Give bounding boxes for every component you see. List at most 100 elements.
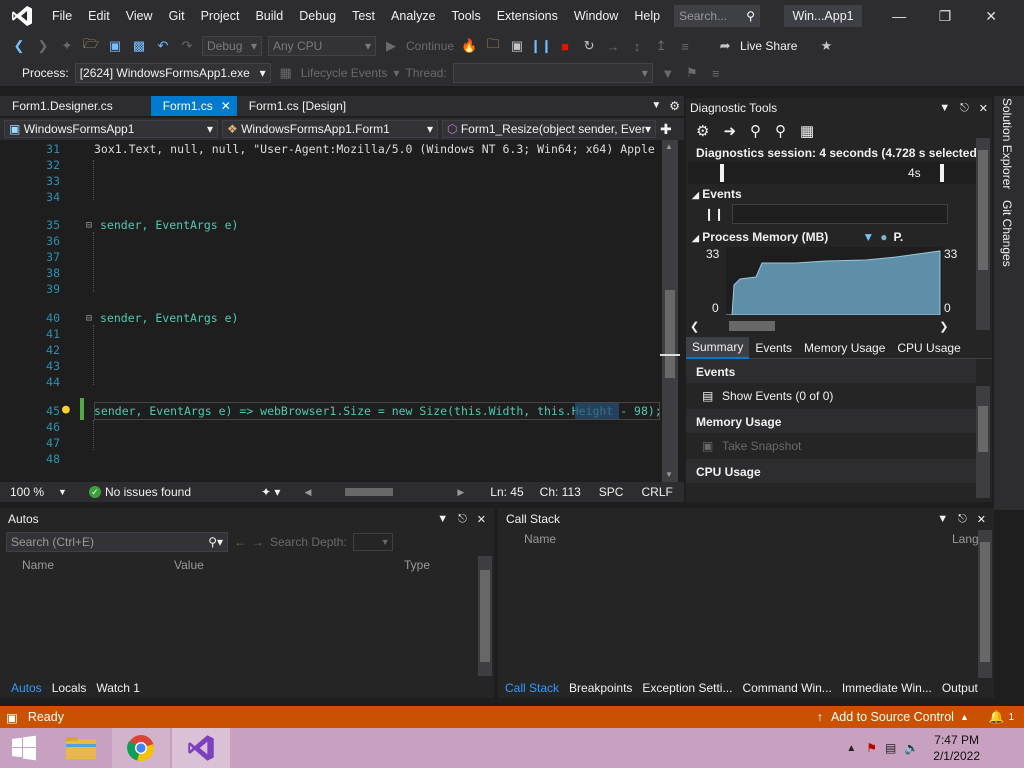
export-icon[interactable]: ➜: [723, 122, 736, 140]
close-icon[interactable]: ✕: [968, 8, 1014, 25]
configuration-select[interactable]: Debug ▾: [202, 36, 262, 56]
col-value[interactable]: Value: [174, 558, 204, 572]
network-icon[interactable]: ▤: [885, 741, 896, 755]
menu-debug[interactable]: Debug: [291, 0, 344, 32]
line-ending-indicator[interactable]: CRLF: [641, 485, 672, 499]
take-snapshot-button[interactable]: Take Snapshot: [722, 439, 801, 453]
scrollbar-thumb[interactable]: [729, 321, 776, 331]
tab-memory-usage[interactable]: Memory Usage: [798, 338, 891, 358]
menu-view[interactable]: View: [118, 0, 161, 32]
forward-icon[interactable]: ❯: [34, 37, 52, 55]
network-flag-icon[interactable]: ⚑: [866, 741, 877, 755]
menu-extensions[interactable]: Extensions: [489, 0, 566, 32]
pause-track-icon[interactable]: ❙❙: [704, 207, 724, 221]
git-changes-tab[interactable]: Git Changes: [1000, 200, 1014, 267]
cleanup-icon[interactable]: ✦ ▾: [261, 485, 280, 499]
minimize-icon[interactable]: —: [876, 8, 922, 25]
tab-form1-cs[interactable]: Form1.cs ✕: [150, 96, 237, 116]
menu-window[interactable]: Window: [566, 0, 626, 32]
lightbulb-icon[interactable]: ●: [62, 402, 70, 417]
collapse-icon[interactable]: ⊟: [86, 313, 92, 324]
back-icon[interactable]: ←: [234, 535, 246, 549]
solution-explorer-tab[interactable]: Solution Explorer: [1000, 98, 1014, 189]
tab-form1-designer[interactable]: Form1.Designer.cs: [0, 96, 119, 116]
source-control-dropdown-icon[interactable]: ▲: [960, 712, 969, 722]
maximize-icon[interactable]: ❐: [922, 8, 968, 25]
summary-scrollbar[interactable]: [976, 386, 990, 498]
col-type[interactable]: Type: [404, 558, 430, 572]
project-select[interactable]: ▣ WindowsFormsApp1 ▾: [4, 120, 218, 138]
editor-scrollbar[interactable]: ▲ ▼: [660, 140, 680, 482]
platform-select[interactable]: Any CPU ▾: [268, 36, 376, 56]
tab-autos[interactable]: Autos: [6, 681, 47, 695]
scroll-down-icon[interactable]: ▼: [665, 470, 673, 479]
save-all-icon[interactable]: ▩: [130, 37, 148, 55]
thread-options-icon[interactable]: ≡: [707, 64, 725, 82]
collapse-icon[interactable]: ⊟: [86, 220, 92, 231]
menu-test[interactable]: Test: [344, 0, 383, 32]
line-indicator[interactable]: Ln: 45: [490, 485, 523, 499]
tab-breakpoints[interactable]: Breakpoints: [564, 681, 637, 695]
hot-reload-icon[interactable]: 🔥: [460, 37, 478, 55]
thread-select[interactable]: ▾: [452, 63, 653, 83]
visual-studio-app[interactable]: [172, 728, 230, 768]
process-select[interactable]: [2624] WindowsFormsApp1.exe ▾: [74, 63, 271, 83]
memory-chart[interactable]: 33 0 33 0: [688, 247, 990, 319]
live-share-icon[interactable]: ➦: [716, 37, 734, 55]
lifecycle-events-button[interactable]: Lifecycle Events: [301, 66, 388, 80]
autos-scrollbar[interactable]: [478, 556, 492, 676]
search-icon[interactable]: ⚲▾: [208, 535, 223, 549]
scroll-right-icon[interactable]: ❯: [939, 320, 948, 333]
scrollbar-thumb[interactable]: [345, 488, 394, 496]
tab-immediate-window[interactable]: Immediate Win...: [837, 681, 937, 695]
horizontal-scrollbar[interactable]: [331, 487, 451, 497]
filter-icon[interactable]: ▼: [659, 64, 677, 82]
search-depth-select[interactable]: ▼: [352, 533, 393, 551]
events-timeline[interactable]: [732, 204, 949, 224]
callstack-scrollbar[interactable]: [978, 530, 992, 678]
open-folder-icon[interactable]: 🗁: [82, 36, 100, 55]
volume-icon[interactable]: 🔈: [904, 741, 919, 755]
tab-locals[interactable]: Locals: [47, 681, 92, 695]
add-to-source-control[interactable]: Add to Source Control: [831, 710, 954, 724]
lifecycle-icon[interactable]: ▦: [277, 64, 295, 82]
debug-options-icon[interactable]: ≡: [676, 37, 694, 55]
diag-scrollbar[interactable]: [976, 138, 990, 330]
class-select[interactable]: ❖ WindowsFormsApp1.Form1 ▾: [222, 120, 438, 138]
step-out-icon[interactable]: ↥: [652, 37, 670, 55]
search-box[interactable]: Search... ⚲: [674, 5, 761, 27]
tab-summary[interactable]: Summary: [686, 336, 750, 359]
stop-icon[interactable]: ■: [556, 37, 574, 55]
zoom-dropdown-icon[interactable]: ▼: [58, 487, 67, 497]
tab-call-stack[interactable]: Call Stack: [500, 681, 564, 695]
tab-events[interactable]: Events: [749, 338, 798, 358]
zoom-out-icon[interactable]: ⚲: [775, 122, 786, 140]
show-events-link[interactable]: Show Events (0 of 0): [722, 389, 833, 403]
start-button[interactable]: [0, 728, 48, 768]
col-lang[interactable]: Lang: [952, 532, 979, 546]
pin-icon[interactable]: ⎋: [458, 513, 467, 526]
tab-watch-1[interactable]: Watch 1: [91, 681, 145, 695]
notification-bell-icon[interactable]: 🔔: [989, 710, 1005, 725]
browse-icon[interactable]: 🗀: [484, 36, 502, 55]
column-indicator[interactable]: Ch: 113: [540, 485, 581, 499]
continue-button[interactable]: Continue: [406, 39, 454, 53]
pin-icon[interactable]: ⎋: [958, 513, 967, 526]
live-share-button[interactable]: Live Share: [740, 39, 797, 53]
autos-search-input[interactable]: Search (Ctrl+E) ⚲▾: [6, 532, 228, 552]
file-explorer-app[interactable]: [52, 728, 110, 768]
step-into-icon[interactable]: ↕: [628, 37, 646, 55]
tab-command-window[interactable]: Command Win...: [737, 681, 836, 695]
reset-view-icon[interactable]: ▦: [800, 122, 814, 140]
close-icon[interactable]: ✕: [221, 96, 231, 116]
back-icon[interactable]: ❮: [10, 37, 28, 55]
show-events-row[interactable]: ▤ Show Events (0 of 0): [686, 383, 992, 409]
restart-icon[interactable]: ↻: [580, 37, 598, 55]
redo-icon[interactable]: ↷: [178, 37, 196, 55]
timeline-handle-right[interactable]: [940, 164, 944, 182]
tab-exception-settings[interactable]: Exception Setti...: [637, 681, 737, 695]
dropdown-icon[interactable]: ▼: [937, 513, 948, 526]
menu-git[interactable]: Git: [161, 0, 193, 32]
scrollbar-thumb[interactable]: [980, 542, 990, 662]
dropdown-icon[interactable]: ▼: [939, 102, 950, 115]
